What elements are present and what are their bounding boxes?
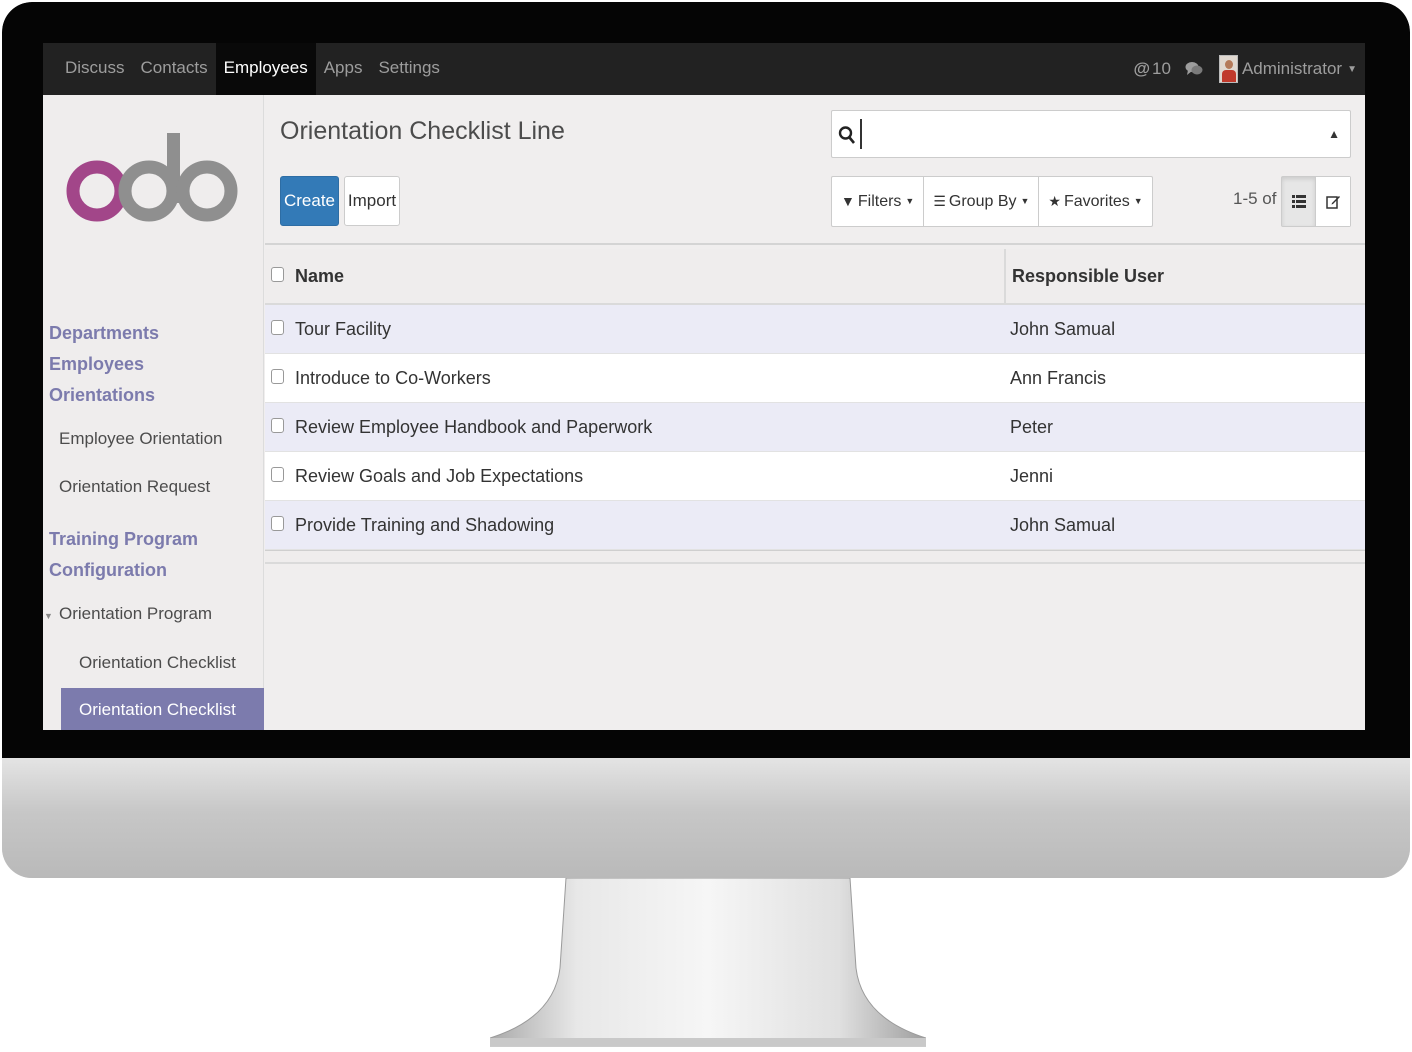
cell-responsible-user[interactable]: Peter [1004, 403, 1365, 451]
sidebar-item-employee-orientation[interactable]: Employee Orientation [59, 429, 222, 449]
app-screen: Discuss Contacts Employees Apps Settings… [43, 43, 1365, 730]
table-row[interactable]: Review Employee Handbook and Paperwork P… [265, 403, 1365, 452]
column-header-name[interactable]: Name [295, 266, 1004, 287]
top-navbar: Discuss Contacts Employees Apps Settings… [43, 43, 1365, 95]
star-icon: ★ [1048, 193, 1061, 209]
list-bars-icon: ☰ [933, 193, 946, 209]
sidebar-item-orientation-request[interactable]: Orientation Request [59, 477, 210, 497]
main-content: Orientation Checklist Line Create Import… [265, 95, 1365, 730]
sidebar-configuration[interactable]: Configuration [49, 560, 167, 581]
mention-count[interactable]: 10 [1152, 59, 1171, 79]
cell-name[interactable]: Provide Training and Shadowing [295, 515, 1004, 536]
table-row[interactable]: Tour Facility John Samual [265, 305, 1365, 354]
row-checkbox[interactable] [271, 368, 284, 384]
column-header-responsible-user[interactable]: Responsible User [1004, 249, 1365, 303]
sidebar-item-orientation-checklist-line[interactable]: Orientation Checklist Line [61, 688, 264, 730]
filter-icon: ▼ [841, 193, 855, 209]
row-checkbox[interactable] [271, 466, 284, 482]
favorites-label: Favorites [1063, 193, 1130, 210]
row-checkbox[interactable] [271, 515, 284, 531]
caret-down-icon: ▼ [905, 196, 915, 206]
search-icon [838, 126, 856, 144]
search-filters: ▼ Filters ▼ ☰ Group By ▼ ★ Favorites ▼ [831, 176, 1153, 227]
sidebar-departments[interactable]: Departments [49, 323, 159, 344]
list-view-button[interactable] [1282, 177, 1316, 226]
row-checkbox[interactable] [271, 417, 284, 433]
select-all-checkbox[interactable] [271, 266, 284, 282]
edit-icon [1325, 196, 1340, 209]
create-button[interactable]: Create [280, 176, 339, 226]
filters-label: Filters [857, 193, 902, 210]
table-body: Tour Facility John Samual Introduce to C… [265, 305, 1365, 550]
list-view-icon [1291, 195, 1306, 208]
monitor-stand [490, 878, 926, 1047]
table-row[interactable]: Provide Training and Shadowing John Samu… [265, 501, 1365, 550]
filters-dropdown[interactable]: ▼ Filters ▼ [832, 177, 925, 226]
main-menu: Discuss Contacts Employees Apps Settings [57, 43, 448, 95]
sidebar-item-orientation-checklist[interactable]: Orientation Checklist [79, 653, 236, 673]
caret-down-icon: ▼ [1020, 196, 1030, 206]
menu-contacts[interactable]: Contacts [133, 43, 216, 95]
monitor-chin [2, 758, 1410, 878]
sidebar-item-orientation-program[interactable]: Orientation Program [59, 604, 212, 624]
systray: @ 10 Administrator ▼ [1133, 43, 1357, 95]
cell-name[interactable]: Introduce to Co-Workers [295, 368, 1004, 389]
page-title: Orientation Checklist Line [280, 117, 565, 145]
import-button[interactable]: Import [344, 176, 400, 226]
chat-icon[interactable] [1185, 60, 1203, 78]
cell-name[interactable]: Tour Facility [295, 319, 1004, 340]
cell-responsible-user[interactable]: Jenni [1004, 452, 1365, 500]
table-footer [265, 550, 1365, 564]
table-row[interactable]: Introduce to Co-Workers Ann Francis [265, 354, 1365, 403]
menu-employees[interactable]: Employees [215, 43, 316, 95]
menu-settings[interactable]: Settings [370, 43, 447, 95]
user-menu[interactable]: Administrator [1242, 59, 1342, 79]
list-table: Name Responsible User Tour Facility John… [265, 249, 1365, 564]
mention-icon[interactable]: @ [1133, 59, 1150, 79]
table-row[interactable]: Review Goals and Job Expectations Jenni [265, 452, 1365, 501]
caret-down-icon: ▼ [44, 611, 53, 621]
sidebar-employees[interactable]: Employees [49, 354, 144, 375]
sidebar-training-program[interactable]: Training Program [49, 529, 198, 550]
cell-responsible-user[interactable]: John Samual [1004, 305, 1365, 353]
table-header: Name Responsible User [265, 249, 1365, 305]
cell-responsible-user[interactable]: Ann Francis [1004, 354, 1365, 402]
row-checkbox[interactable] [271, 319, 284, 335]
user-avatar[interactable] [1218, 55, 1238, 83]
favorites-dropdown[interactable]: ★ Favorites ▼ [1039, 177, 1151, 226]
cell-name[interactable]: Review Goals and Job Expectations [295, 466, 1004, 487]
chevron-down-icon[interactable]: ▼ [1347, 64, 1357, 75]
groupby-label: Group By [948, 193, 1017, 210]
sidebar-orientations[interactable]: Orientations [49, 385, 155, 406]
cell-responsible-user[interactable]: John Samual [1004, 501, 1365, 549]
cell-name[interactable]: Review Employee Handbook and Paperwork [295, 417, 1004, 438]
search-options-toggle-icon[interactable]: ▲ [1328, 127, 1340, 141]
view-switcher [1281, 176, 1351, 227]
search-box: ▲ [831, 110, 1351, 158]
menu-apps[interactable]: Apps [316, 43, 371, 95]
menu-discuss[interactable]: Discuss [57, 43, 133, 95]
search-input[interactable] [860, 119, 1300, 149]
groupby-dropdown[interactable]: ☰ Group By ▼ [924, 177, 1040, 226]
odoo-logo [66, 133, 238, 222]
control-panel-divider [265, 243, 1365, 245]
sidebar: Departments Employees Orientations Emplo… [43, 95, 264, 730]
form-view-button[interactable] [1316, 177, 1350, 226]
caret-down-icon: ▼ [1133, 196, 1143, 206]
